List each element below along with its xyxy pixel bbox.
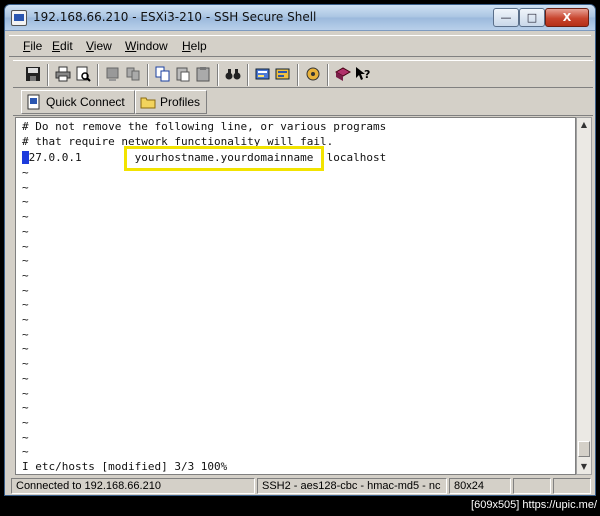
tilde-line: ~ bbox=[22, 195, 29, 209]
tilde-line: ~ bbox=[22, 342, 29, 356]
menu-window[interactable]: Window bbox=[125, 39, 168, 53]
tilde-line: ~ bbox=[22, 357, 29, 371]
scrollbar-thumb[interactable] bbox=[578, 441, 590, 457]
terminal-line: # Do not remove the following line, or v… bbox=[22, 120, 387, 133]
menu-file[interactable]: File bbox=[23, 39, 42, 53]
window-title: 192.168.66.210 - ESXi3-210 - SSH Secure … bbox=[33, 10, 317, 24]
ssh-app-icon[interactable] bbox=[11, 10, 27, 26]
tilde-line: ~ bbox=[22, 298, 29, 312]
title-bar[interactable]: 192.168.66.210 - ESXi3-210 - SSH Secure … bbox=[5, 5, 595, 31]
menu-bar: File Edit View Window Help bbox=[9, 35, 591, 57]
toolbar-separator bbox=[297, 64, 299, 86]
help-book-icon[interactable] bbox=[335, 66, 351, 82]
tilde-line: ~ bbox=[22, 401, 29, 415]
tilde-line: ~ bbox=[22, 239, 29, 253]
scroll-up-arrow-icon[interactable]: ▲ bbox=[577, 118, 591, 132]
tilde-line: ~ bbox=[22, 430, 29, 444]
tilde-line: ~ bbox=[22, 386, 29, 400]
tilde-line: ~ bbox=[22, 283, 29, 297]
context-help-icon[interactable]: ? bbox=[355, 66, 371, 82]
minimize-button[interactable]: — bbox=[493, 8, 519, 27]
toolbar-separator bbox=[47, 64, 49, 86]
tilde-line: ~ bbox=[22, 371, 29, 385]
image-caption: [609x505] https://upic.me/ bbox=[471, 499, 597, 511]
toolbar-separator bbox=[327, 64, 329, 86]
toolbar-separator bbox=[97, 64, 99, 86]
hostname-highlight-box bbox=[124, 146, 324, 171]
quick-connect-button[interactable]: Quick Connect bbox=[21, 90, 135, 114]
main-toolbar: ? bbox=[13, 60, 593, 88]
profile-settings-icon[interactable] bbox=[275, 66, 291, 82]
save-icon[interactable] bbox=[25, 66, 41, 82]
tilde-line: ~ bbox=[22, 313, 29, 326]
connection-status: Connected to 192.168.66.210 bbox=[11, 478, 255, 494]
connection-toolbar: Quick Connect Profiles bbox=[13, 89, 593, 116]
maximize-button[interactable]: □ bbox=[519, 8, 545, 27]
profiles-button[interactable]: Profiles bbox=[135, 90, 207, 114]
ssh-window: 192.168.66.210 - ESXi3-210 - SSH Secure … bbox=[4, 4, 596, 496]
quick-connect-icon bbox=[27, 94, 40, 110]
paste-icon[interactable] bbox=[175, 66, 191, 82]
new-terminal-icon[interactable] bbox=[105, 66, 121, 82]
tilde-line: ~ bbox=[22, 210, 29, 224]
toolbar-separator bbox=[217, 64, 219, 86]
status-pane-empty bbox=[513, 478, 551, 494]
tilde-line: ~ bbox=[22, 254, 29, 268]
status-bar: Connected to 192.168.66.210 SSH2 - aes12… bbox=[9, 477, 593, 495]
print-icon[interactable] bbox=[55, 66, 71, 82]
close-button[interactable]: X bbox=[545, 8, 589, 27]
copy-icon[interactable] bbox=[155, 66, 171, 82]
profiles-label: Profiles bbox=[160, 95, 201, 109]
tilde-line: ~ bbox=[22, 445, 29, 459]
folder-icon bbox=[140, 97, 156, 109]
toolbar-separator bbox=[247, 64, 249, 86]
print-preview-icon[interactable] bbox=[75, 66, 91, 82]
tilde-line: ~ bbox=[22, 224, 29, 238]
tilde-line: ~ bbox=[22, 415, 29, 429]
settings-icon[interactable] bbox=[255, 66, 271, 82]
tilde-line: ~ bbox=[22, 327, 29, 341]
menu-view[interactable]: View bbox=[86, 39, 112, 53]
key-manager-icon[interactable] bbox=[305, 66, 321, 82]
tilde-line: ~ bbox=[22, 268, 29, 282]
terminal-area[interactable]: # Do not remove the following line, or v… bbox=[15, 117, 576, 475]
find-icon[interactable] bbox=[225, 66, 241, 82]
terminal-size: 80x24 bbox=[449, 478, 511, 494]
toolbar-separator bbox=[147, 64, 149, 86]
status-pane-empty bbox=[553, 478, 591, 494]
quick-connect-label: Quick Connect bbox=[46, 95, 125, 109]
vi-status-line: I etc/hosts [modified] 3/3 100% bbox=[22, 460, 228, 473]
tilde-line: ~ bbox=[22, 180, 29, 194]
menu-help[interactable]: Help bbox=[182, 39, 207, 53]
svg-text:?: ? bbox=[364, 68, 370, 81]
clipboard-icon[interactable] bbox=[195, 66, 211, 82]
vertical-scrollbar[interactable]: ▲ ▼ bbox=[576, 117, 592, 475]
tilde-line: ~ bbox=[22, 166, 29, 179]
scroll-down-arrow-icon[interactable]: ▼ bbox=[577, 460, 591, 474]
menu-edit[interactable]: Edit bbox=[52, 39, 73, 53]
terminal-cursor bbox=[22, 151, 29, 164]
cipher-status: SSH2 - aes128-cbc - hmac-md5 - nc bbox=[257, 478, 447, 494]
file-transfer-icon[interactable] bbox=[125, 66, 141, 82]
